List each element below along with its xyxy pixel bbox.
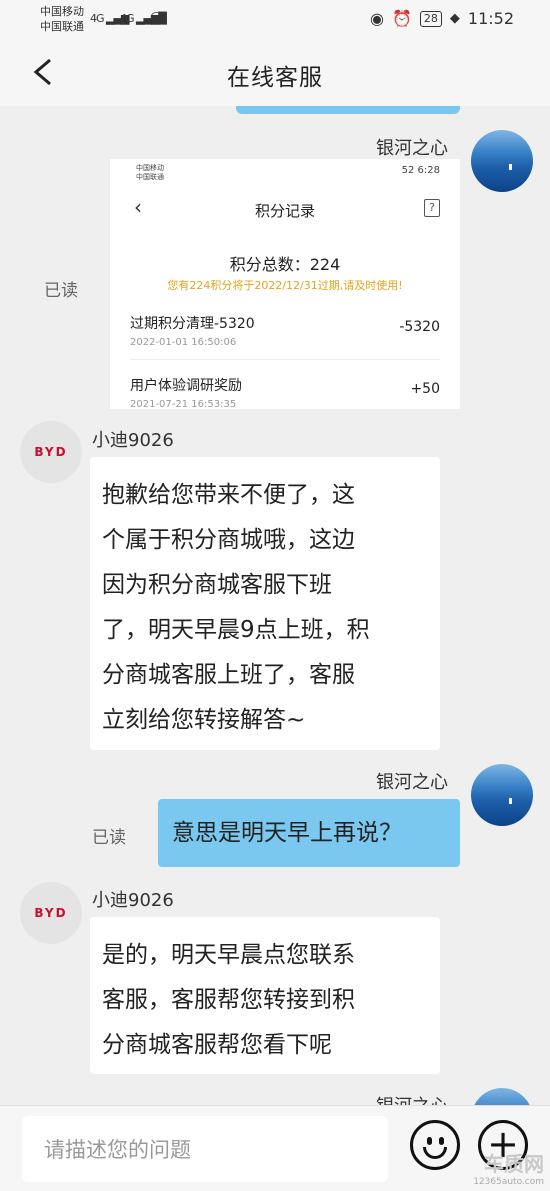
sender-name: 银河之心 [376,772,448,793]
message-line: 是的，明天早晨点您联系 [102,942,355,968]
agent-message[interactable]: 抱歉给您带来不便了，这 个属于积分商城哦，这边 因为积分商城客服下班 了，明天早… [90,457,440,750]
agent-avatar[interactable]: BYD [20,882,82,944]
boat-icon [509,798,512,804]
sender-name: 小迪9026 [92,890,174,911]
carrier-2: 中国联通 [40,20,84,33]
status-right: ◉ ⏰ 28 ◆ 11:52 [370,9,514,28]
message-line: 分商城客服帮您看下呢 [102,1032,332,1058]
message-line: 了，明天早晨9点上班，积 [102,617,370,643]
record-date: 2022-01-01 16:50:06 [130,337,237,348]
message-line: 因为积分商城客服下班 [102,572,332,598]
message-line: 立刻给您转接解答~ [102,707,306,733]
message-line: 个属于积分商城哦，这边 [102,527,355,553]
byd-logo-icon: BYD [34,445,68,459]
record-name: 用户体验调研奖励 [130,378,242,394]
emoji-icon [427,1137,432,1145]
message-line: 抱歉给您带来不便了，这 [102,482,355,508]
wifi-icon: ◠ [150,9,162,25]
clock-time: 11:52 [467,9,514,28]
shot-status: 52 6:28 [401,165,440,176]
boat-icon [509,164,512,170]
divider [130,359,440,360]
agent-avatar[interactable]: BYD [20,421,82,483]
sender-name: 小迪9026 [92,430,174,451]
shot-title: 积分记录 [254,202,315,220]
message-line: 分商城客服上班了，客服 [102,662,355,688]
shot-help-icon: ? [424,199,440,217]
agent-message[interactable]: 是的，明天早晨点您联系 客服，客服帮您转接到积 分商城客服帮您看下呢 [90,917,440,1074]
user-message[interactable]: 意思是明天早上再说？ [158,799,460,867]
eye-icon: ◉ [370,9,384,28]
emoji-icon-mouth [423,1147,447,1159]
read-status: 已读 [92,828,126,848]
points-notice: 您有224积分将于2022/12/31过期,请及时使用! [167,279,403,292]
leaf-icon: ◆ [449,11,460,26]
record-value: -5320 [399,319,440,335]
read-status: 已读 [44,281,78,301]
watermark: 车质网 12365auto.com [473,1148,544,1187]
avatar[interactable] [471,764,533,826]
sender-name: 银河之心 [376,1092,448,1105]
record-name: 过期积分清理-5320 [130,316,255,332]
emoji-icon-eye [439,1137,444,1145]
message-input[interactable]: 请描述您的问题 [22,1116,388,1182]
avatar[interactable] [471,1088,533,1105]
sender-name: 银河之心 [376,138,448,159]
byd-logo-icon: BYD [34,906,68,920]
alarm-icon: ⏰ [391,9,412,28]
avatar[interactable] [471,130,533,192]
emoji-button[interactable] [410,1120,460,1170]
previous-bubble-tail [236,106,460,114]
record-value: +50 [410,381,440,397]
points-total: 积分总数：224 [229,255,341,274]
input-bar: 请描述您的问题 + 车质网 12365auto.com [0,1105,550,1191]
carrier-1: 中国移动 [40,5,84,18]
status-bar: 中国移动 中国联通 4G ▂▄▆ 4G ▂▄▆█ ◠ ◉ ⏰ 28 ◆ 11:5… [0,0,550,38]
watermark-logo: 车质网 [484,1152,544,1176]
image-message[interactable]: 中国移动 中国联通 52 6:28 ‹ 积分记录 ? 积分总数：224 您有22… [110,159,460,409]
page-title: 在线客服 [227,65,323,91]
chat-area[interactable]: 银河之心 已读 中国移动 中国联通 52 6:28 ‹ 积分记录 ? 积分总数：… [0,106,550,1105]
battery-icon: 28 [419,10,442,27]
record-date: 2021-07-21 16:53:35 [130,399,237,409]
shot-carrier-2: 中国联通 [136,173,164,181]
message-line: 客服，客服帮您转接到积 [102,987,355,1013]
watermark-url: 12365auto.com [473,1177,544,1187]
app-header: 在线客服 [0,38,550,106]
